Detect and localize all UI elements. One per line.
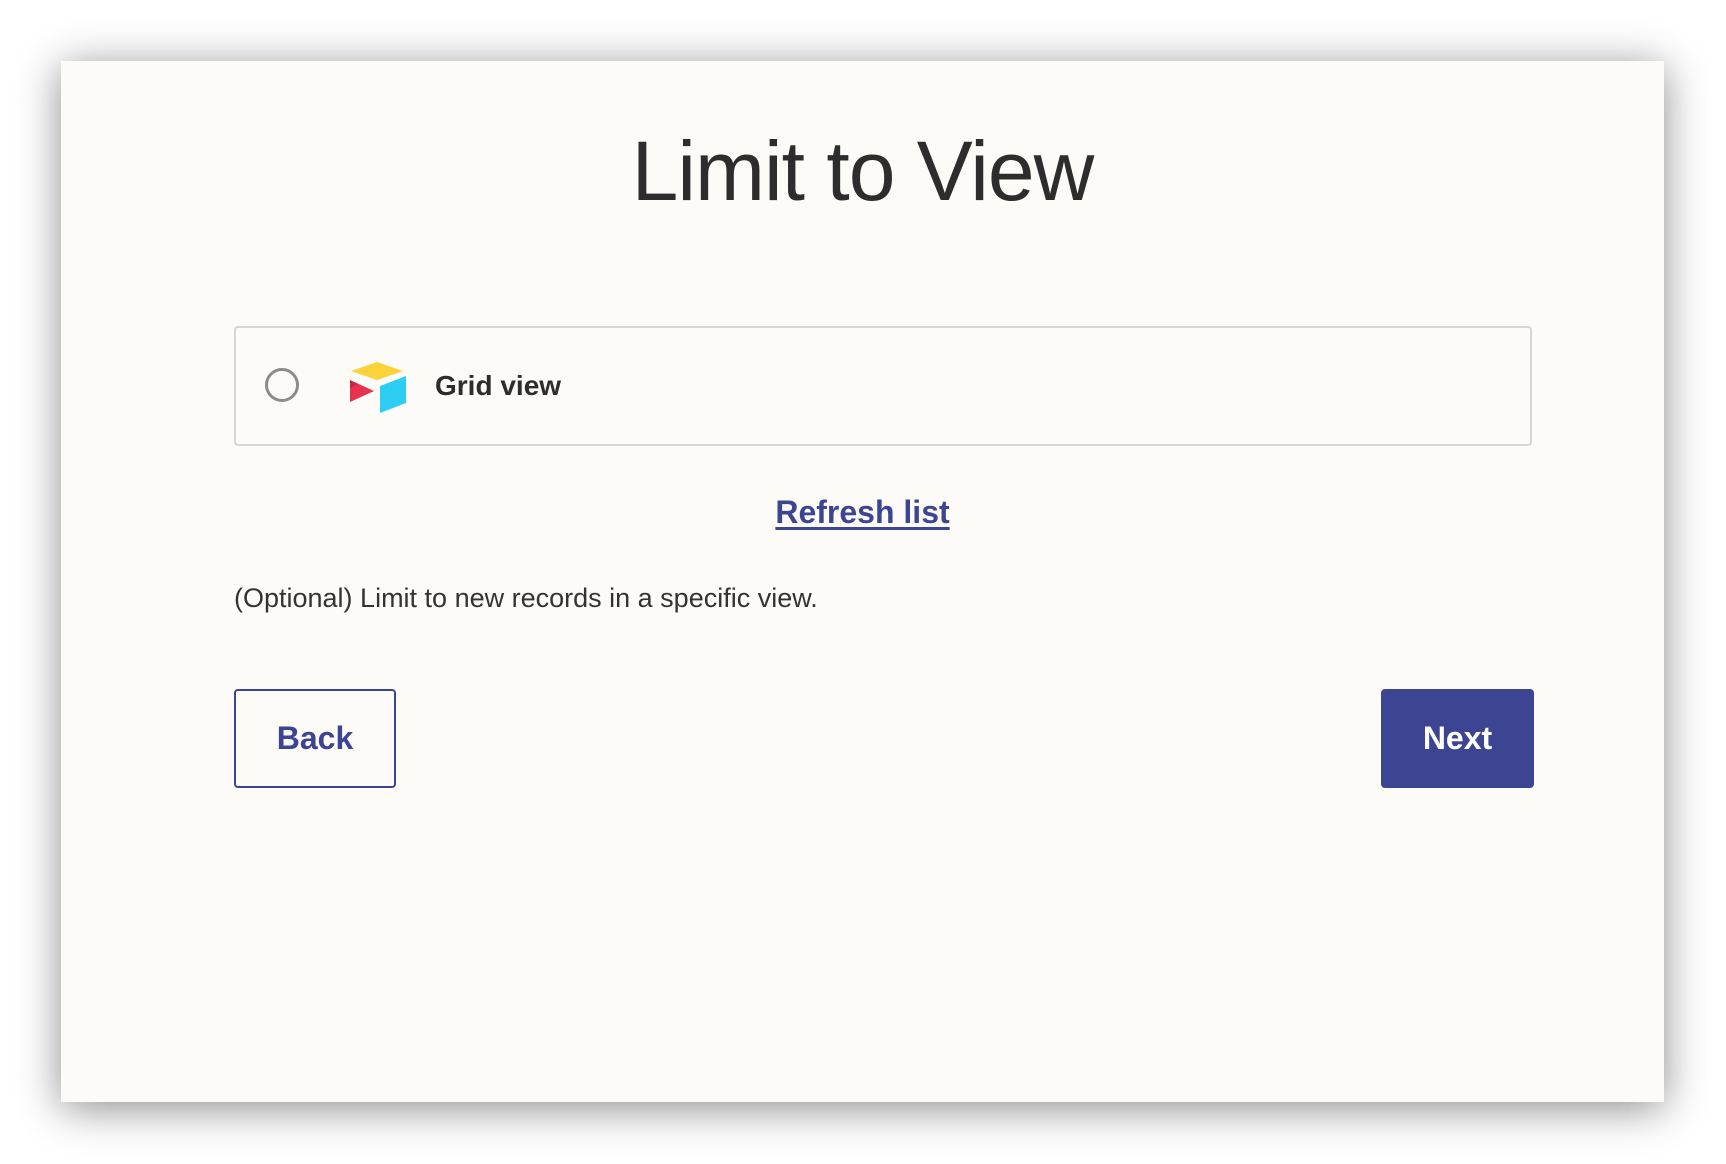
next-button[interactable]: Next <box>1381 689 1534 788</box>
refresh-list-link[interactable]: Refresh list <box>61 494 1664 531</box>
option-label: Grid view <box>435 370 562 401</box>
help-text: (Optional) Limit to new records in a spe… <box>234 583 818 613</box>
back-button[interactable]: Back <box>234 689 396 788</box>
airtable-logo-icon <box>346 361 408 415</box>
page-title: Limit to View <box>631 124 1095 218</box>
radio-button[interactable] <box>265 368 299 402</box>
dialog-panel: Limit to View Grid view Refresh list (Op… <box>61 61 1664 1102</box>
view-option-grid-view[interactable]: Grid view <box>234 326 1532 446</box>
